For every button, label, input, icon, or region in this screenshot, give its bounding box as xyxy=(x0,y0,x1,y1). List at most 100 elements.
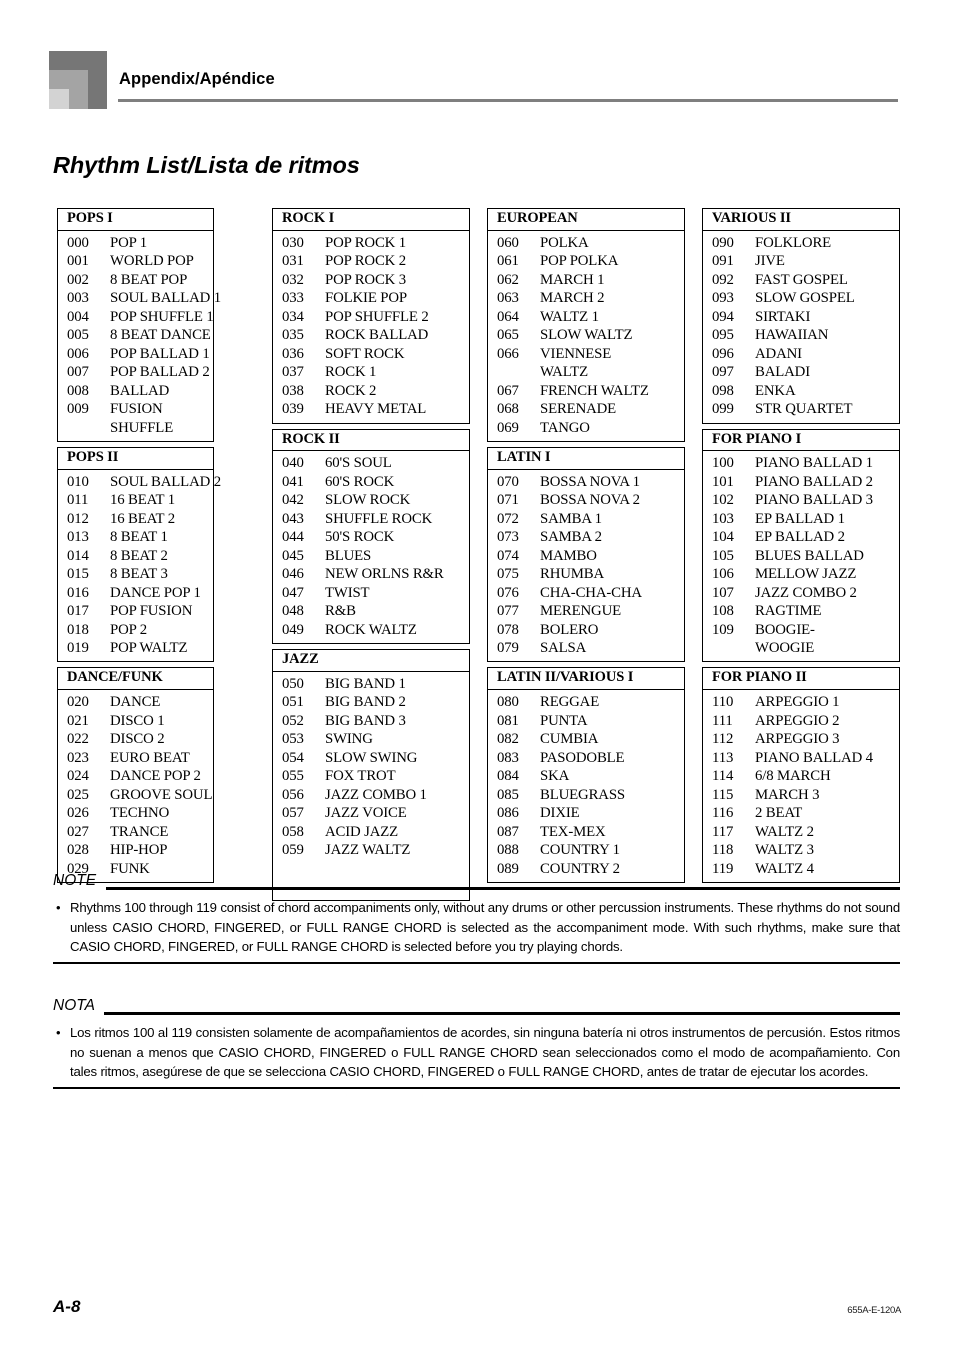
rhythm-name: SAMBA 2 xyxy=(540,529,602,546)
rhythm-row: 106 MELLOW JAZZ xyxy=(703,565,899,583)
rhythm-name: JAZZ COMBO 2 xyxy=(755,584,857,601)
rhythm-number: 055 xyxy=(282,768,304,785)
rhythm-name: TECHNO xyxy=(110,805,170,822)
rhythm-name: POP WALTZ xyxy=(110,640,188,656)
rhythm-row: 047 TWIST xyxy=(273,584,469,602)
rhythm-number: 075 xyxy=(497,566,519,583)
rhythm-number: 005 xyxy=(67,327,89,344)
rhythm-name: BOSSA NOVA 2 xyxy=(540,492,640,509)
rhythm-name: MERENGUE xyxy=(540,603,621,620)
rhythm-row: 022 DISCO 2 xyxy=(58,730,213,748)
rhythm-name: TANGO xyxy=(540,419,590,436)
rhythm-number: 038 xyxy=(282,382,304,399)
rhythm-name: WORLD POP xyxy=(110,253,194,270)
rhythm-number: 026 xyxy=(67,805,89,822)
rhythm-name: RHUMBA xyxy=(540,566,605,583)
rhythm-name: SWING xyxy=(325,731,373,748)
rhythm-row: 052 BIG BAND 3 xyxy=(273,712,469,730)
note-label: NOTE xyxy=(53,872,97,889)
rhythm-number: 030 xyxy=(282,234,304,251)
stepped-squares-logo-icon xyxy=(49,51,107,109)
rhythm-row: 074 MAMBO xyxy=(488,547,684,565)
rhythm-name: R&B xyxy=(325,603,356,620)
rhythm-number: 028 xyxy=(67,842,89,859)
rhythm-name: DANCE POP 1 xyxy=(110,584,201,601)
note-body-english: • Rhythms 100 through 119 consist of chor… xyxy=(53,898,900,957)
rhythm-column: POPS I 000 POP 1 001 WORLD POP 002 8 BEAT POP 0… xyxy=(57,208,221,883)
rhythm-name: PASODOBLE xyxy=(540,749,625,766)
rhythm-name: WALTZ xyxy=(540,364,589,381)
rhythm-group-header: LATIN I xyxy=(488,448,684,470)
rhythm-name: SIRTAKI xyxy=(755,308,811,325)
rhythm-name: BLUEGRASS xyxy=(540,786,625,803)
rhythm-group-box: VARIOUS II 090 FOLKLORE 091 JIVE 092 FAST GOSP… xyxy=(702,208,900,424)
rhythm-name: COUNTRY 1 xyxy=(540,842,620,859)
rhythm-name: SALSA xyxy=(540,640,587,656)
rhythm-row: 107 JAZZ COMBO 2 xyxy=(703,584,899,602)
rhythm-row: 035 ROCK BALLAD xyxy=(273,326,469,344)
rhythm-name: POP ROCK 3 xyxy=(325,271,407,288)
rhythm-number: 092 xyxy=(712,271,734,288)
rhythm-row: 057 JAZZ VOICE xyxy=(273,804,469,822)
rhythm-group-body: 040 60'S SOUL 041 60'S ROCK 042 SLOW ROCK 043 S… xyxy=(273,451,469,643)
note-bullet-icon: • xyxy=(56,900,61,915)
rhythm-number: 076 xyxy=(497,584,519,601)
rhythm-name: FAST GOSPEL xyxy=(755,271,848,288)
rhythm-row: 065 SLOW WALTZ xyxy=(488,326,684,344)
rhythm-name: TWIST xyxy=(325,584,370,601)
rhythm-row: 031 POP ROCK 2 xyxy=(273,252,469,270)
rhythm-row: 040 60'S SOUL xyxy=(273,454,469,472)
rhythm-number: 002 xyxy=(67,271,89,288)
note-body-spanish: • Los ritmos 100 al 119 consisten solamen… xyxy=(53,1023,900,1082)
rhythm-name: EURO BEAT xyxy=(110,749,190,766)
rhythm-row: 017 POP FUSION xyxy=(58,602,213,620)
rhythm-name: MARCH 1 xyxy=(540,271,605,288)
rhythm-row: 071 BOSSA NOVA 2 xyxy=(488,491,684,509)
rhythm-row: 081 PUNTA xyxy=(488,712,684,730)
rhythm-name: 16 BEAT 1 xyxy=(110,492,175,509)
rhythm-number: 080 xyxy=(497,694,519,711)
rhythm-row: 073 SAMBA 2 xyxy=(488,528,684,546)
rhythm-name: SLOW ROCK xyxy=(325,492,411,509)
rhythm-number: 091 xyxy=(712,253,734,270)
rhythm-group-body: 080 REGGAE 081 PUNTA 082 CUMBIA 083 PASODOBLE 08… xyxy=(488,690,684,882)
rhythm-name: JIVE xyxy=(755,253,785,270)
rhythm-group-body: 000 POP 1 001 WORLD POP 002 8 BEAT POP 003 SOUL… xyxy=(58,231,221,441)
nota-label: NOTA xyxy=(53,997,95,1014)
rhythm-row: 045 BLUES xyxy=(273,547,469,565)
rhythm-row: 001 WORLD POP xyxy=(58,252,213,270)
rhythm-name: 8 BEAT POP xyxy=(110,271,188,288)
rhythm-name: CUMBIA xyxy=(540,731,599,748)
rhythm-row: 000 POP 1 xyxy=(58,234,213,252)
rhythm-row: 088 COUNTRY 1 xyxy=(488,841,684,859)
rhythm-name: PIANO BALLAD 3 xyxy=(755,492,873,509)
page-number: A-8 xyxy=(53,1297,81,1316)
rhythm-name: WOOGIE xyxy=(755,640,815,656)
rhythm-group-header: POPS II xyxy=(58,448,213,470)
rhythm-group-box: ROCK II 040 60'S SOUL 041 60'S ROCK 042 SLOW R… xyxy=(272,428,470,644)
rhythm-name: TEX-MEX xyxy=(540,823,606,840)
rhythm-row: 110 ARPEGGIO 1 xyxy=(703,693,899,711)
rhythm-number: 093 xyxy=(712,290,734,307)
rhythm-group-body: 020 DANCE 021 DISCO 1 022 DISCO 2 023 EURO BEAT… xyxy=(58,690,213,882)
rhythm-name: POLKA xyxy=(540,234,589,251)
rhythm-row: 079 SALSA xyxy=(488,639,684,657)
rhythm-row: 069 TANGO xyxy=(488,419,684,437)
rhythm-row: 082 CUMBIA xyxy=(488,730,684,748)
rhythm-name: SHUFFLE ROCK xyxy=(325,510,433,527)
rhythm-number: 009 xyxy=(67,401,89,418)
rhythm-name: POP BALLAD 1 xyxy=(110,345,210,362)
rhythm-number: 019 xyxy=(67,640,89,656)
rhythm-number: 106 xyxy=(712,566,734,583)
rhythm-number: 007 xyxy=(67,364,89,381)
rhythm-row: 078 BOLERO xyxy=(488,621,684,639)
rhythm-row: 064 WALTZ 1 xyxy=(488,308,684,326)
rhythm-row: 015 8 BEAT 3 xyxy=(58,565,213,583)
rhythm-number: 000 xyxy=(67,234,89,251)
rhythm-name: FOLKIE POP xyxy=(325,290,407,307)
rhythm-number: 097 xyxy=(712,364,734,381)
rhythm-number: 101 xyxy=(712,473,734,490)
rhythm-group-header: FOR PIANO I xyxy=(703,430,899,452)
rhythm-name: ROCK 2 xyxy=(325,382,377,399)
rhythm-row: 013 8 BEAT 1 xyxy=(58,528,213,546)
